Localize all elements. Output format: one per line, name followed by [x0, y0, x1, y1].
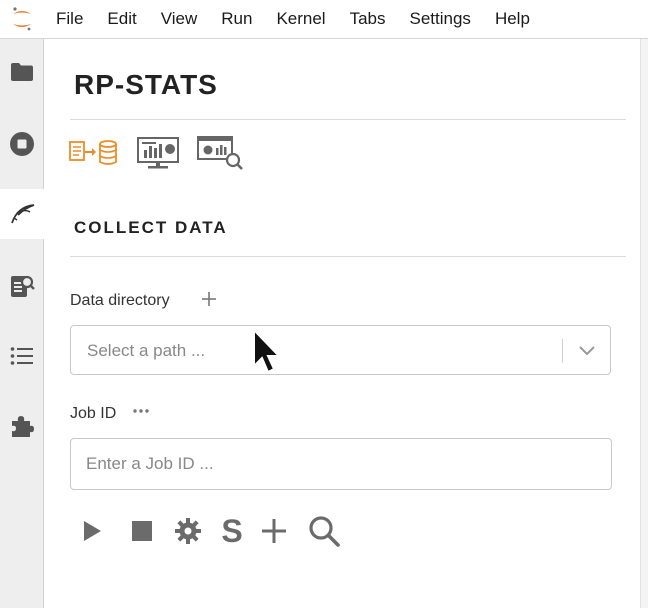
menu-kernel[interactable]: Kernel — [264, 0, 337, 38]
menu-run[interactable]: Run — [209, 0, 264, 38]
search-icon — [309, 516, 340, 547]
page-title: RP-STATS — [74, 69, 218, 100]
dashboard-button[interactable] — [136, 135, 180, 171]
stop-button[interactable] — [126, 514, 158, 548]
menu-tabs[interactable]: Tabs — [338, 0, 398, 38]
scrollbar[interactable] — [640, 39, 648, 608]
collect-data-icon — [69, 140, 117, 165]
sidebar-item-property-inspector[interactable] — [0, 261, 43, 311]
dashboard-monitor-icon — [137, 137, 179, 169]
svg-text:S: S — [221, 516, 242, 546]
s-icon: S — [221, 516, 242, 546]
plus-icon — [202, 292, 216, 306]
left-sidebar — [0, 39, 44, 608]
job-id-label: Job ID — [70, 405, 117, 422]
add-directory-button[interactable] — [201, 291, 217, 310]
rp-stats-panel: RP-STATS COLLECT DATA Data directory Sel… — [44, 39, 640, 608]
sidebar-item-file-browser[interactable] — [0, 47, 43, 97]
stop-icon — [132, 521, 152, 541]
clipboard-search-icon — [10, 275, 35, 297]
job-id-options-button[interactable] — [132, 403, 150, 422]
collect-data-button[interactable] — [68, 135, 118, 171]
ellipsis-icon — [133, 409, 149, 413]
chevron-down-icon[interactable] — [577, 342, 597, 363]
analysis-button[interactable] — [196, 135, 244, 171]
search-button[interactable] — [308, 514, 340, 548]
data-directory-select[interactable]: Select a path ... — [70, 325, 611, 375]
sidebar-item-running[interactable] — [0, 119, 43, 169]
jupyter-logo-icon[interactable] — [0, 0, 44, 38]
menu-edit[interactable]: Edit — [95, 0, 148, 38]
plus-icon — [262, 519, 286, 543]
puzzle-icon — [11, 416, 34, 437]
section-title: COLLECT DATA — [74, 218, 228, 237]
analysis-search-icon — [197, 136, 243, 170]
select-separator — [562, 339, 563, 363]
sidebar-item-extensions[interactable] — [0, 401, 43, 451]
mouse-cursor-icon — [252, 327, 282, 381]
menu-view[interactable]: View — [149, 0, 210, 38]
s-button[interactable]: S — [216, 514, 248, 548]
menu-settings[interactable]: Settings — [398, 0, 483, 38]
gear-icon — [175, 518, 201, 544]
feather-icon — [11, 204, 35, 224]
menu-help[interactable]: Help — [483, 0, 542, 38]
divider — [70, 119, 626, 120]
menu-file[interactable]: File — [44, 0, 95, 38]
job-id-input[interactable] — [70, 438, 612, 490]
data-directory-label: Data directory — [70, 292, 170, 309]
run-button[interactable] — [76, 514, 108, 548]
play-icon — [84, 521, 101, 541]
sidebar-item-table-of-contents[interactable] — [0, 331, 43, 381]
stop-circle-icon — [9, 132, 34, 156]
sidebar-item-rp-stats[interactable] — [0, 189, 44, 239]
add-button[interactable] — [258, 514, 290, 548]
list-icon — [10, 347, 33, 365]
settings-button[interactable] — [172, 514, 204, 548]
folder-icon — [10, 63, 33, 81]
select-placeholder: Select a path ... — [87, 341, 206, 360]
divider — [70, 256, 626, 257]
menu-bar: File Edit View Run Kernel Tabs Settings … — [0, 0, 648, 39]
